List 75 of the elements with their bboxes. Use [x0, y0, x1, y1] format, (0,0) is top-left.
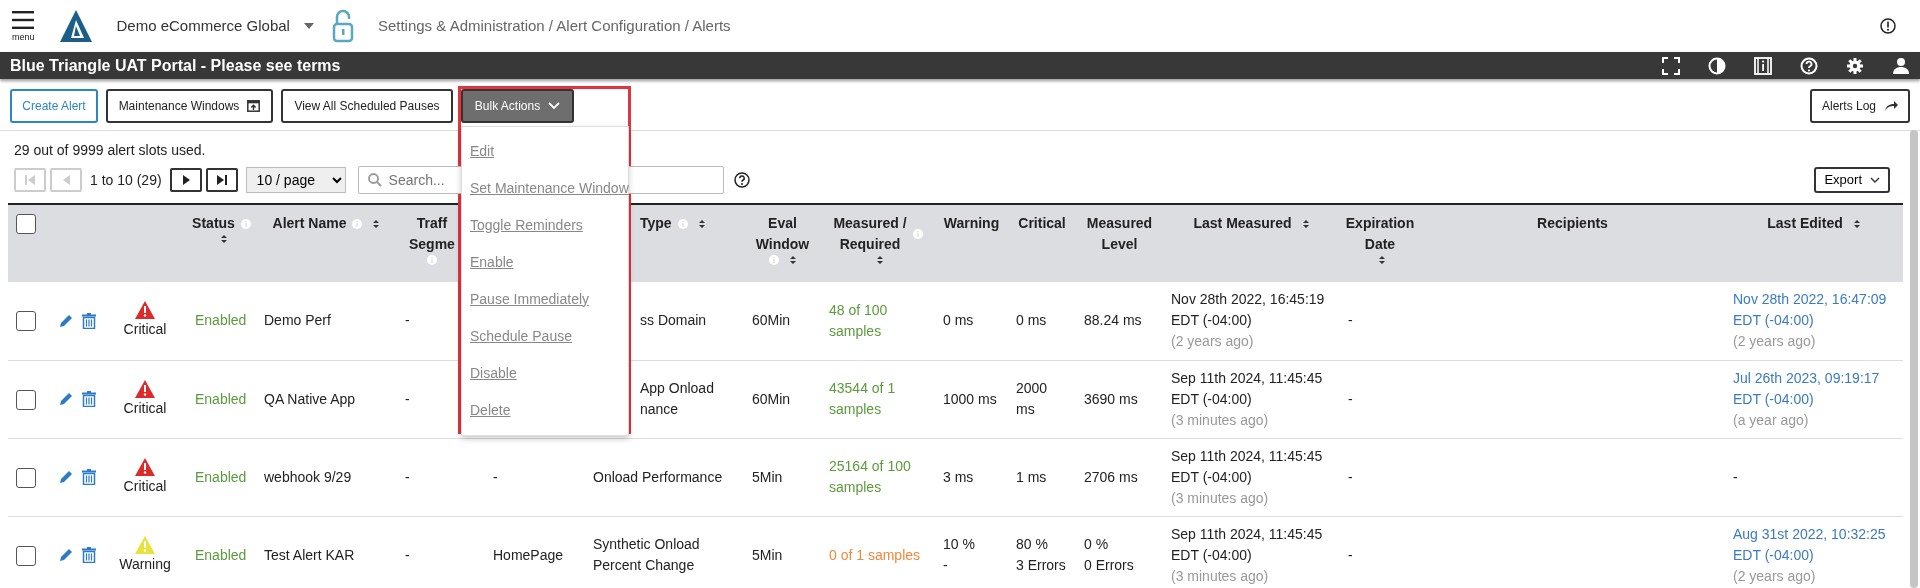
- eval-window: 60Min: [752, 312, 791, 329]
- warning-threshold: 1000 ms: [943, 390, 997, 407]
- table-cell: -: [405, 546, 410, 563]
- relative-time: (3 minutes ago): [1171, 488, 1270, 508]
- alert-type: Synthetic Onload Percent Change: [593, 536, 700, 573]
- severity-label: Critical: [123, 398, 167, 418]
- measured-level: 88.24 ms: [1084, 312, 1142, 329]
- column-header: Type: [640, 214, 672, 233]
- table-cell: HomePage: [493, 546, 564, 563]
- column-header: Alert Name: [272, 214, 347, 233]
- column-header: Last Measured: [1193, 214, 1292, 233]
- samples-text: 48 of 100 samples: [829, 301, 888, 339]
- table-cell: -: [1348, 468, 1353, 485]
- alert-type: App Onload nance: [640, 380, 714, 417]
- status-text: Enabled: [195, 312, 247, 329]
- timestamp: Sep 11th 2024, 11:45:45 EDT (-04:00): [1171, 524, 1324, 565]
- timestamp: Sep 11th 2024, 11:45:45 EDT (-04:00): [1171, 446, 1324, 487]
- timestamp: Nov 28th 2022, 16:45:19 EDT (-04:00): [1171, 290, 1326, 331]
- relative-time: (2 years ago): [1171, 332, 1255, 352]
- column-header: Measured Level: [1086, 214, 1153, 254]
- samples-text: 43544 of 1 samples: [829, 380, 896, 417]
- warning-threshold: 10 % -: [943, 536, 975, 573]
- samples-text: 0 of 1 samples: [829, 546, 921, 563]
- critical-threshold: 1 ms: [1016, 468, 1047, 485]
- severity-label: Warning: [119, 554, 171, 574]
- table-cell: -: [405, 312, 410, 329]
- relative-time: (3 minutes ago): [1171, 410, 1270, 430]
- relative-time: (a year ago): [1733, 410, 1810, 430]
- eval-window: 60Min: [752, 390, 791, 407]
- usage-text: 29 out of 9999 alert slots used.: [14, 142, 206, 158]
- warning-threshold: 3 ms: [943, 468, 974, 485]
- eval-window: 5Min: [752, 468, 783, 485]
- relative-time: (3 minutes ago): [1171, 566, 1270, 586]
- critical-threshold: 2000 ms: [1016, 380, 1048, 417]
- column-header: Warning: [943, 214, 1000, 233]
- table-cell: -: [493, 468, 498, 485]
- timestamp: Sep 11th 2024, 11:45:45 EDT (-04:00): [1171, 368, 1324, 409]
- status-text: Enabled: [195, 468, 247, 485]
- table-cell-text: -: [1733, 467, 1739, 487]
- page-range: 1 to 10 (29): [90, 170, 162, 190]
- severity-label: Critical: [123, 320, 167, 340]
- relative-time: (2 years ago): [1733, 566, 1817, 586]
- measured-level: 2706 ms: [1084, 468, 1138, 485]
- column-header: Eval Window: [755, 214, 810, 254]
- portal-title: Blue Triangle UAT Portal - Please see terms: [10, 55, 341, 76]
- relative-time: (2 years ago): [1733, 332, 1817, 352]
- alert-name: Demo Perf: [264, 312, 331, 329]
- status-text: Enabled: [195, 390, 247, 407]
- alert-type: ss Domain: [640, 312, 707, 329]
- critical-threshold: 0 ms: [1016, 312, 1047, 329]
- status-text: Enabled: [195, 546, 247, 563]
- table-cell: -: [1348, 546, 1353, 563]
- column-header: Traff Segme: [409, 214, 455, 254]
- samples-text: 25164 of 100 samples: [829, 458, 911, 495]
- column-header: Status: [192, 214, 235, 233]
- measured-level: 3690 ms: [1084, 390, 1138, 407]
- alert-name: QA Native App: [264, 390, 356, 407]
- table-cell: -: [1348, 312, 1353, 329]
- alert-name: webhook 9/29: [264, 468, 352, 485]
- warning-threshold: 0 ms: [943, 312, 974, 329]
- column-header: Recipients: [1537, 214, 1608, 233]
- eval-window: 5Min: [752, 546, 783, 563]
- alert-type: Onload Performance: [593, 468, 723, 485]
- critical-threshold: 80 % 3 Errors: [1016, 536, 1066, 573]
- table-cell: -: [405, 468, 410, 485]
- column-header: Expiration Date: [1345, 214, 1415, 254]
- alert-name: Test Alert KAR: [264, 546, 355, 563]
- breadcrumb: Settings & Administration / Alert Configuration / Alerts: [377, 15, 731, 36]
- measured-level: 0 % 0 Errors: [1084, 536, 1134, 573]
- column-header: Critical: [1018, 214, 1066, 233]
- table-cell: -: [1348, 390, 1353, 407]
- severity-label: Critical: [123, 476, 167, 496]
- column-header: Measured / Required: [833, 214, 907, 254]
- table-cell: -: [405, 390, 410, 407]
- column-header: Last Edited: [1767, 214, 1843, 233]
